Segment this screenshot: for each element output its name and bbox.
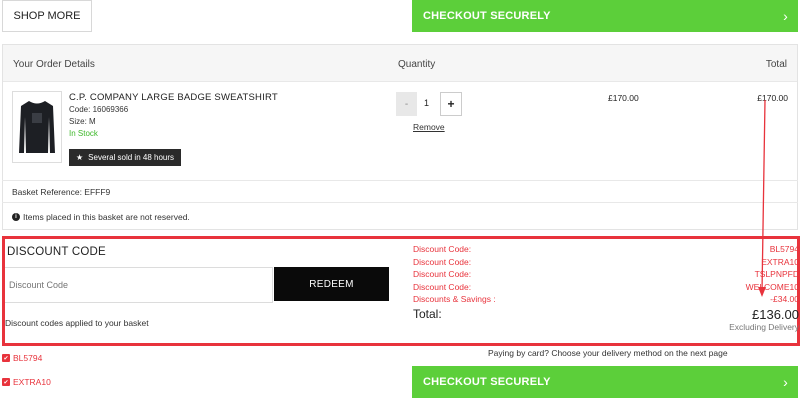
discount-savings-row: Discounts & Savings : -£34.00 (413, 293, 799, 306)
total-row: Total: £136.00 (413, 307, 799, 322)
checkout-securely-button-bottom[interactable]: CHECKOUT SECURELY › (412, 366, 798, 398)
discount-code-value: WELCOME10 (745, 281, 799, 292)
chevron-right-icon: › (783, 8, 788, 24)
checkbox-checked-icon[interactable]: ✔ (2, 378, 10, 386)
reservation-note-text: Items placed in this basket are not rese… (23, 212, 190, 222)
discount-savings-value: -£34.00 (770, 294, 799, 304)
checkbox-checked-icon[interactable]: ✔ (2, 354, 10, 362)
total-label: Total: (413, 306, 442, 321)
quantity-value[interactable]: 1 (424, 98, 429, 108)
product-code-line: Code: 16069366 (69, 104, 278, 116)
discount-code-value: TSLPNPFD (754, 269, 799, 279)
basket-reference: Basket Reference: EFFF9 (12, 187, 111, 197)
discount-title: DISCOUNT CODE (7, 246, 106, 258)
star-icon: ★ (76, 153, 84, 162)
sold-badge: ★ Several sold in 48 hours (69, 149, 181, 166)
order-table-header: Your Order Details Quantity Total (3, 45, 797, 82)
product-thumbnail[interactable] (12, 91, 62, 163)
discount-code-label: Discount Code: (413, 269, 472, 279)
product-size: M (89, 117, 96, 126)
product-size-line: Size: M (69, 116, 278, 128)
applied-codes-label: Discount codes applied to your basket (5, 318, 149, 328)
info-icon: i (12, 213, 20, 221)
shop-more-button[interactable]: SHOP MORE (2, 0, 92, 32)
discount-code-label: Discount Code: (413, 244, 472, 254)
checkout-label: CHECKOUT SECURELY (423, 376, 551, 388)
quantity-increase-button[interactable]: + (440, 92, 462, 116)
applied-code-item[interactable]: ✔ BL5794 (2, 353, 42, 363)
discount-code-row: Discount Code: WELCOME10 (413, 281, 799, 294)
unit-price: £170.00 (608, 93, 639, 103)
reservation-note: i Items placed in this basket are not re… (12, 212, 190, 222)
discount-code-row: Discount Code: BL5794 (413, 243, 799, 256)
product-code-label: Code: (69, 105, 91, 114)
stock-status: In Stock (69, 129, 98, 138)
discount-code-value: EXTRA10 (761, 256, 799, 267)
product-code: 16069366 (92, 105, 129, 114)
redeem-button[interactable]: REDEEM (274, 267, 389, 301)
sold-badge-text: Several sold in 48 hours (88, 153, 174, 162)
discount-section: DISCOUNT CODE REDEEM Discount codes appl… (2, 236, 800, 346)
sweatshirt-image (19, 101, 55, 153)
product-size-label: Size: (69, 117, 87, 126)
product-info: C.P. COMPANY LARGE BADGE SWEATSHIRT Code… (69, 92, 278, 140)
discount-code-row: Discount Code: TSLPNPFD (413, 268, 799, 281)
basket-reference-row: Basket Reference: EFFF9 (2, 180, 798, 202)
header-total: Total (765, 59, 787, 70)
applied-code-text: EXTRA10 (13, 377, 51, 387)
applied-code-text: BL5794 (13, 353, 43, 363)
checkout-securely-button-top[interactable]: CHECKOUT SECURELY › (412, 0, 798, 32)
discount-code-value: BL5794 (769, 244, 799, 254)
reservation-note-row: i Items placed in this basket are not re… (2, 202, 798, 229)
discount-savings-label: Discounts & Savings : (413, 294, 496, 304)
total-value: £136.00 (752, 306, 799, 322)
header-quantity: Quantity (398, 59, 436, 70)
line-total: £170.00 (757, 93, 788, 103)
discount-code-label: Discount Code: (413, 256, 472, 267)
discount-code-input[interactable] (5, 267, 273, 303)
excluding-delivery: Excluding Delivery (729, 321, 799, 332)
checkout-label: CHECKOUT SECURELY (423, 10, 551, 22)
chevron-right-icon: › (783, 374, 788, 390)
header-order-details: Your Order Details (13, 59, 95, 70)
remove-link[interactable]: Remove (413, 122, 445, 132)
discount-code-label: Discount Code: (413, 281, 472, 292)
order-summary: Discount Code: BL5794 Discount Code: EXT… (413, 243, 799, 332)
discount-code-row: Discount Code: EXTRA10 (413, 256, 799, 269)
paying-by-card-note: Paying by card? Choose your delivery met… (488, 348, 728, 358)
product-name[interactable]: C.P. COMPANY LARGE BADGE SWEATSHIRT (69, 92, 278, 104)
quantity-decrease-button[interactable]: - (396, 92, 417, 116)
applied-code-item[interactable]: ✔ EXTRA10 (2, 377, 51, 387)
